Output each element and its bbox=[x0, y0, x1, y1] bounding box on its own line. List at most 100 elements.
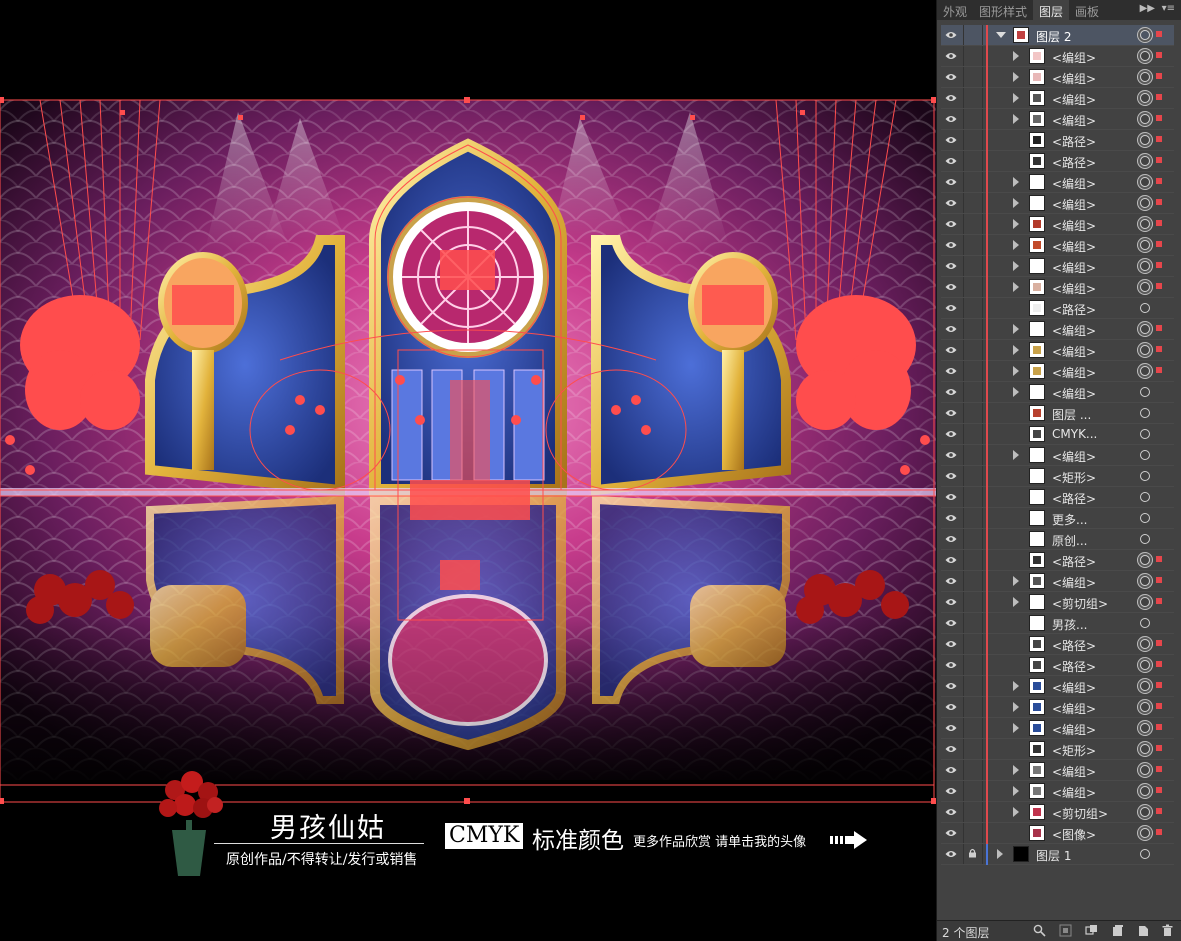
sublayer-row[interactable]: 男孩... bbox=[941, 613, 1174, 634]
visibility-eye-icon[interactable] bbox=[945, 72, 957, 82]
target-circle-icon[interactable] bbox=[1140, 807, 1150, 817]
sublayer-row[interactable]: <编组> bbox=[941, 235, 1174, 256]
layer-name[interactable]: <编组> bbox=[1052, 70, 1096, 87]
target-circle-icon[interactable] bbox=[1140, 177, 1150, 187]
lock-toggle[interactable] bbox=[963, 130, 983, 150]
target-circle-icon[interactable] bbox=[1140, 93, 1150, 103]
layer-name[interactable]: 图层 1 bbox=[1036, 847, 1071, 864]
lock-toggle[interactable] bbox=[963, 739, 983, 759]
layer-name[interactable]: <编组> bbox=[1052, 574, 1096, 591]
target-circle-icon[interactable] bbox=[1140, 30, 1150, 40]
target-circle-icon[interactable] bbox=[1140, 723, 1150, 733]
layer-name[interactable]: 男孩... bbox=[1052, 616, 1087, 633]
lock-toggle[interactable] bbox=[963, 277, 983, 297]
lock-toggle[interactable] bbox=[963, 781, 983, 801]
visibility-eye-icon[interactable] bbox=[945, 303, 957, 313]
visibility-eye-icon[interactable] bbox=[945, 429, 957, 439]
selection-indicator[interactable] bbox=[1156, 94, 1162, 100]
sublayer-row[interactable]: 图层 ... bbox=[941, 403, 1174, 424]
target-circle-icon[interactable] bbox=[1140, 345, 1150, 355]
selection-indicator[interactable] bbox=[1156, 283, 1162, 289]
selection-indicator[interactable] bbox=[1156, 766, 1162, 772]
expand-right-icon[interactable] bbox=[1013, 324, 1019, 334]
lock-toggle[interactable] bbox=[963, 25, 983, 45]
collapse-panel-icon[interactable]: ▶▶ bbox=[1140, 3, 1155, 14]
selection-indicator[interactable] bbox=[1156, 325, 1162, 331]
selection-indicator[interactable] bbox=[1156, 262, 1162, 268]
trash-icon[interactable] bbox=[1161, 924, 1174, 937]
lock-toggle[interactable] bbox=[963, 466, 983, 486]
lock-toggle[interactable] bbox=[963, 592, 983, 612]
target-circle-icon[interactable] bbox=[1140, 366, 1150, 376]
lock-toggle[interactable] bbox=[963, 697, 983, 717]
sublayer-row[interactable]: <路径> bbox=[941, 634, 1174, 655]
selection-indicator[interactable] bbox=[1156, 31, 1162, 37]
visibility-eye-icon[interactable] bbox=[945, 849, 957, 859]
visibility-eye-icon[interactable] bbox=[945, 156, 957, 166]
visibility-eye-icon[interactable] bbox=[945, 114, 957, 124]
selection-indicator[interactable] bbox=[1156, 157, 1162, 163]
selection-indicator[interactable] bbox=[1156, 367, 1162, 373]
visibility-eye-icon[interactable] bbox=[945, 177, 957, 187]
target-circle-icon[interactable] bbox=[1140, 660, 1150, 670]
expand-right-icon[interactable] bbox=[1013, 387, 1019, 397]
selection-indicator[interactable] bbox=[1156, 682, 1162, 688]
target-circle-icon[interactable] bbox=[1140, 597, 1150, 607]
sublayer-row[interactable]: <编组> bbox=[941, 256, 1174, 277]
expand-right-icon[interactable] bbox=[1013, 702, 1019, 712]
expand-right-icon[interactable] bbox=[1013, 576, 1019, 586]
target-circle-icon[interactable] bbox=[1140, 429, 1150, 439]
sublayer-row[interactable]: <编组> bbox=[941, 781, 1174, 802]
target-circle-icon[interactable] bbox=[1140, 282, 1150, 292]
visibility-eye-icon[interactable] bbox=[945, 240, 957, 250]
selection-indicator[interactable] bbox=[1156, 178, 1162, 184]
target-circle-icon[interactable] bbox=[1140, 576, 1150, 586]
sublayer-row[interactable]: <路径> bbox=[941, 151, 1174, 172]
lock-toggle[interactable] bbox=[963, 235, 983, 255]
sublayer-row[interactable]: 更多... bbox=[941, 508, 1174, 529]
target-circle-icon[interactable] bbox=[1140, 744, 1150, 754]
sublayer-row[interactable]: <编组> bbox=[941, 760, 1174, 781]
layer-name[interactable]: <编组> bbox=[1052, 322, 1096, 339]
sublayer-row[interactable]: <编组> bbox=[941, 277, 1174, 298]
sublayer-row[interactable]: <编组> bbox=[941, 361, 1174, 382]
sublayer-row[interactable]: <编组> bbox=[941, 193, 1174, 214]
layer-name[interactable]: <编组> bbox=[1052, 448, 1096, 465]
layer-name[interactable]: <编组> bbox=[1052, 763, 1096, 780]
layer-name[interactable]: <路径> bbox=[1052, 154, 1096, 171]
layer-name[interactable]: <编组> bbox=[1052, 196, 1096, 213]
visibility-eye-icon[interactable] bbox=[945, 471, 957, 481]
target-circle-icon[interactable] bbox=[1140, 555, 1150, 565]
expand-right-icon[interactable] bbox=[997, 849, 1003, 859]
visibility-eye-icon[interactable] bbox=[945, 723, 957, 733]
layer-name[interactable]: <编组> bbox=[1052, 259, 1096, 276]
selection-indicator[interactable] bbox=[1156, 73, 1162, 79]
visibility-eye-icon[interactable] bbox=[945, 639, 957, 649]
visibility-eye-icon[interactable] bbox=[945, 51, 957, 61]
visibility-eye-icon[interactable] bbox=[945, 324, 957, 334]
expand-right-icon[interactable] bbox=[1013, 93, 1019, 103]
visibility-eye-icon[interactable] bbox=[945, 660, 957, 670]
layer-name[interactable]: <编组> bbox=[1052, 700, 1096, 717]
sublayer-row[interactable]: 原创... bbox=[941, 529, 1174, 550]
selection-indicator[interactable] bbox=[1156, 745, 1162, 751]
visibility-eye-icon[interactable] bbox=[945, 576, 957, 586]
target-circle-icon[interactable] bbox=[1140, 324, 1150, 334]
layer-name[interactable]: <编组> bbox=[1052, 385, 1096, 402]
selection-indicator[interactable] bbox=[1156, 577, 1162, 583]
visibility-eye-icon[interactable] bbox=[945, 387, 957, 397]
selection-indicator[interactable] bbox=[1156, 703, 1162, 709]
target-circle-icon[interactable] bbox=[1140, 114, 1150, 124]
target-circle-icon[interactable] bbox=[1140, 534, 1150, 544]
expand-right-icon[interactable] bbox=[1013, 261, 1019, 271]
target-circle-icon[interactable] bbox=[1140, 786, 1150, 796]
panel-menu-icon[interactable]: ▾≡ bbox=[1162, 3, 1175, 14]
wedding-stage-artwork[interactable] bbox=[0, 0, 936, 941]
target-circle-icon[interactable] bbox=[1140, 765, 1150, 775]
expand-right-icon[interactable] bbox=[1013, 366, 1019, 376]
visibility-eye-icon[interactable] bbox=[945, 744, 957, 754]
layer-name[interactable]: <编组> bbox=[1052, 238, 1096, 255]
target-circle-icon[interactable] bbox=[1140, 618, 1150, 628]
selection-indicator[interactable] bbox=[1156, 556, 1162, 562]
visibility-eye-icon[interactable] bbox=[945, 765, 957, 775]
